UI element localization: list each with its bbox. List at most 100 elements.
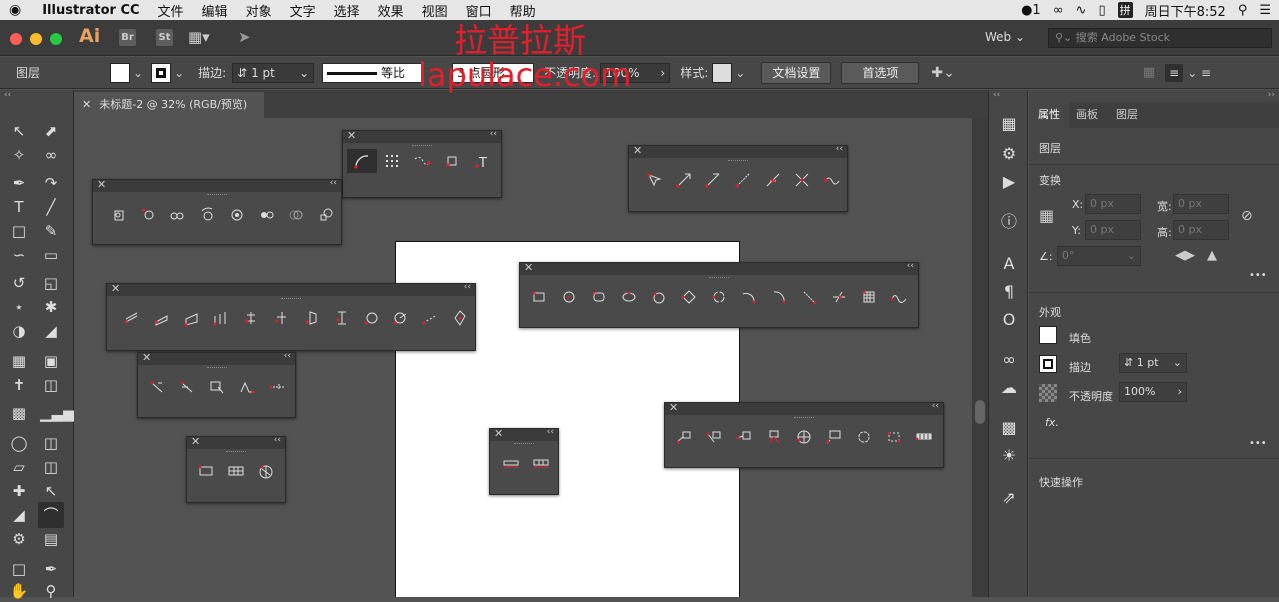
collapse-icon[interactable]: ›› [1268,90,1275,100]
connect-icon-1[interactable] [142,375,172,399]
plugin-icon-1[interactable] [103,202,133,226]
close-panel-icon[interactable]: ✕ [191,435,200,448]
floating-panel-labels[interactable]: ✕ ‹‹ [664,401,944,468]
plugin-tool-2-icon[interactable]: ◫ [40,432,62,454]
collapse-panel-icon[interactable]: ‹‹ [284,351,291,361]
tab-properties[interactable]: 属性 [1029,102,1069,128]
control-menu-icon[interactable]: ⌄ ≡ [1187,66,1211,80]
opacity-field[interactable]: 100% › [1119,382,1187,402]
zoom-tool-icon[interactable]: ⚲ [40,580,62,602]
notification-center-icon[interactable]: ☰ [1259,3,1271,18]
floating-panel-connect[interactable]: ✕ ‹‹ [137,351,296,418]
vertical-scrollbar[interactable] [972,118,988,597]
links-icon[interactable]: ∞ [997,348,1021,372]
arc-tool-icon[interactable] [347,149,377,173]
label-icon-6[interactable] [819,425,849,449]
line-plugin-icon-3[interactable] [698,168,728,192]
3d-icon-11[interactable] [415,306,445,330]
rect-shape-icon[interactable] [524,285,554,309]
variable-width-profile[interactable]: 等比 [322,62,423,83]
menu-file[interactable]: 文件 [149,1,193,20]
opentype-icon[interactable]: O [997,308,1021,332]
floating-panel-rotate[interactable]: ✕ ‹‹ [92,178,342,245]
wifi-icon[interactable]: ∿ [1076,3,1087,18]
menu-help[interactable]: 帮助 [501,1,545,20]
width-field[interactable]: 0 px [1173,194,1229,214]
plugin-tool-3-icon[interactable]: ▱ [8,456,30,478]
hand-tool-icon[interactable]: ✋ [8,580,30,602]
line-plugin-icon-6[interactable] [788,168,818,192]
dimension-icon-2[interactable] [526,451,556,475]
pen-tool-icon[interactable]: ✒ [8,172,30,194]
floating-panel-box[interactable]: ✕ ‹‹ [186,435,286,503]
more-options-button[interactable]: ••• [1249,270,1267,281]
plugin-arc-tool-icon[interactable]: ⌒ [38,502,64,528]
plugin-tool-6-icon[interactable]: ↖ [40,480,62,502]
collapse-panel-icon[interactable]: ‹‹ [547,427,554,437]
angle-field[interactable]: 0° ⌄ [1057,246,1141,266]
collapse-panel-icon[interactable]: ‹‹ [274,435,281,445]
wave-shape-icon[interactable] [884,285,914,309]
label-icon-5[interactable] [789,425,819,449]
plugin-tool-4-icon[interactable]: ◫ [40,456,62,478]
menu-type[interactable]: 文字 [281,1,325,20]
slice-tool-icon[interactable]: ✒ [40,558,62,580]
ellipse-shape-icon[interactable] [614,285,644,309]
label-icon-4[interactable] [759,425,789,449]
floating-panel-arc[interactable]: ✕ ‹‹ T [342,129,502,198]
app-menu[interactable]: Illustrator CC [30,3,148,18]
collapse-panel-icon[interactable]: ‹‹ [836,144,843,154]
transform-dots-icon[interactable] [437,149,467,173]
x-field[interactable]: 0 px [1085,194,1141,214]
stepper-icon[interactable]: ⇵ [1124,356,1133,369]
chevron-right-icon[interactable]: › [660,64,665,82]
column-graph-tool-icon[interactable]: ▁▃▅ [40,402,75,424]
fill-swatch[interactable] [110,62,130,83]
arc-shape-icon-1[interactable] [734,285,764,309]
stroke-weight-field[interactable]: ⇵ 1 pt ⌄ [1119,353,1187,373]
stroke-weight-field[interactable]: ⇵ 1 pt ⌄ [232,62,315,83]
spotlight-icon[interactable]: ⚲ [1238,3,1248,18]
plugin-icon-4[interactable] [192,202,222,226]
perspective-grid-tool-icon[interactable]: ◢ [40,320,62,342]
line-plugin-icon-2[interactable] [669,168,699,192]
line-plugin-icon-5[interactable] [758,168,788,192]
plugin-tool-8-icon[interactable]: ⚙ [8,528,30,550]
navigator-icon[interactable]: ▩ [997,416,1021,440]
rotate-tool-icon[interactable]: ↺ [8,272,30,294]
menu-edit[interactable]: 编辑 [193,1,237,20]
symbol-sprayer-tool-icon[interactable]: ▩ [8,402,30,424]
appearance-icon[interactable]: ☀ [997,444,1021,468]
bridge-button[interactable]: Br [119,29,136,46]
close-panel-icon[interactable]: ✕ [633,144,642,157]
chevron-down-icon[interactable]: ⌄ [299,64,309,82]
menu-view[interactable]: 视图 [413,1,457,20]
gpu-performance-icon[interactable]: ➤ [238,28,251,46]
selection-tool-icon[interactable]: ↖ [8,120,30,142]
box-icon-1[interactable] [191,459,221,483]
floating-panel-dims[interactable]: ✕ ‹‹ [489,427,559,495]
collapse-panel-icon[interactable]: ‹‹ [490,129,497,139]
eyedropper-tool-icon[interactable]: ✝ [8,374,30,396]
select-similar-icon[interactable]: ✚⌄ [931,65,954,81]
plugin-icon-8[interactable] [311,202,341,226]
plugin-tool-9-icon[interactable]: ▤ [40,528,62,550]
mesh-tool-icon[interactable]: ▦ [8,350,30,372]
eraser-tool-icon[interactable]: ▭ [40,244,62,266]
plugin-tool-7-icon[interactable]: ◢ [8,504,30,526]
panel-menu-icon[interactable]: ≡ [1165,63,1184,82]
menu-window[interactable]: 窗口 [457,1,501,20]
arrange-icon[interactable]: ▦ [1143,65,1155,80]
style-dropdown-icon[interactable]: ⌄ [735,66,745,80]
gradient-tool-icon[interactable]: ▣ [40,350,62,372]
collapse-panel-icon[interactable]: ‹‹ [932,401,939,411]
character-icon[interactable]: A [997,252,1021,276]
3d-icon-2[interactable] [147,306,177,330]
line-shape-icon-2[interactable] [824,285,854,309]
stroke-dropdown-icon[interactable]: ⌄ [174,66,184,80]
collapse-panel-icon[interactable]: ‹‹ [464,282,471,292]
chevron-right-icon[interactable]: › [1178,383,1182,401]
stroke-swatch[interactable] [151,62,172,83]
scale-tool-icon[interactable]: ◱ [40,272,62,294]
dimension-icon-1[interactable] [496,451,526,475]
